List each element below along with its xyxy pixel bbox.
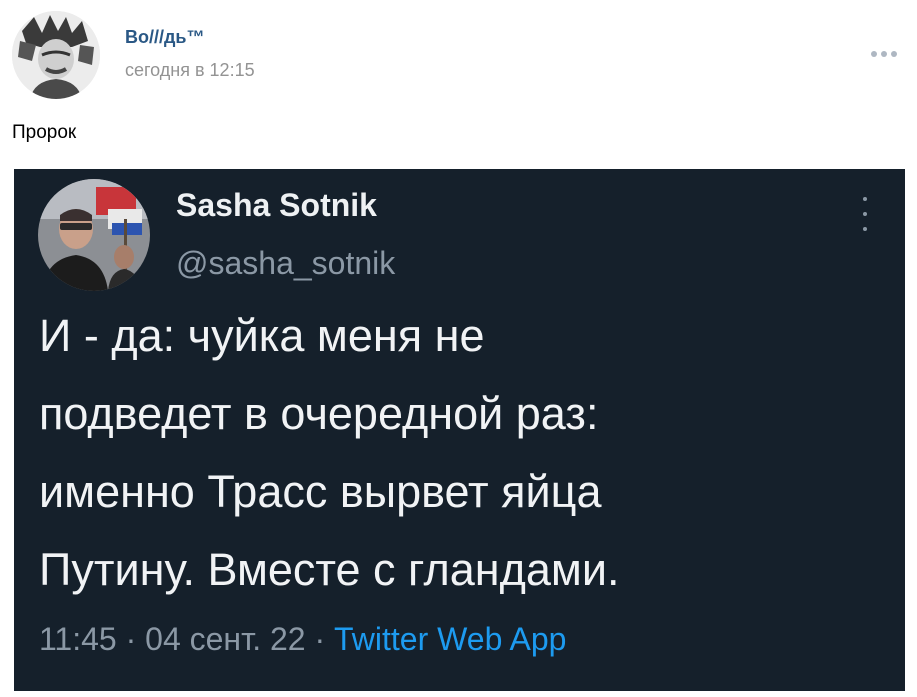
author-avatar[interactable]: [12, 11, 100, 99]
more-vertical-icon-dot: [863, 197, 867, 201]
tweet-avatar-image: [38, 179, 150, 291]
author-avatar-image: [12, 11, 100, 99]
tweet-text: И - да: чуйка меня не подведет в очередн…: [39, 297, 889, 609]
post-timestamp[interactable]: сегодня в 12:15: [125, 60, 255, 81]
more-horizontal-icon-dot: [881, 51, 887, 57]
more-horizontal-icon: [871, 51, 877, 57]
tweet-source-link[interactable]: Twitter Web App: [334, 621, 566, 657]
author-name-link[interactable]: Во///дь™: [125, 27, 205, 48]
more-vertical-icon-dot: [863, 212, 867, 216]
tweet-screenshot[interactable]: Sasha Sotnik @sasha_sotnik И - да: чуйка…: [14, 169, 905, 691]
more-vertical-icon: [859, 197, 871, 231]
tweet-separator: ·: [125, 621, 137, 657]
tweet-text-line: И - да: чуйка меня не: [39, 310, 485, 361]
tweet-time: 11:45: [39, 621, 117, 657]
tweet-author-handle: @sasha_sotnik: [176, 245, 396, 281]
tweet-author-name: Sasha Sotnik: [176, 187, 377, 223]
more-horizontal-icon-dot: [891, 51, 897, 57]
tweet-meta: 11:45 · 04 сент. 22 · Twitter Web App: [39, 621, 566, 658]
post-text: Пророк: [12, 122, 77, 143]
tweet-date: 04 сент. 22: [145, 621, 306, 657]
tweet-text-line: подведет в очередной раз:: [39, 388, 599, 439]
post-header: Во///дь™ сегодня в 12:15: [0, 0, 917, 110]
tweet-separator: ·: [314, 621, 326, 657]
tweet-avatar: [38, 179, 150, 291]
more-vertical-icon-dot: [863, 227, 867, 231]
tweet-text-line: Путину. Вместе с гландами.: [39, 544, 620, 595]
tweet-text-line: именно Трасс вырвет яйца: [39, 466, 602, 517]
more-options-button[interactable]: [866, 44, 902, 64]
